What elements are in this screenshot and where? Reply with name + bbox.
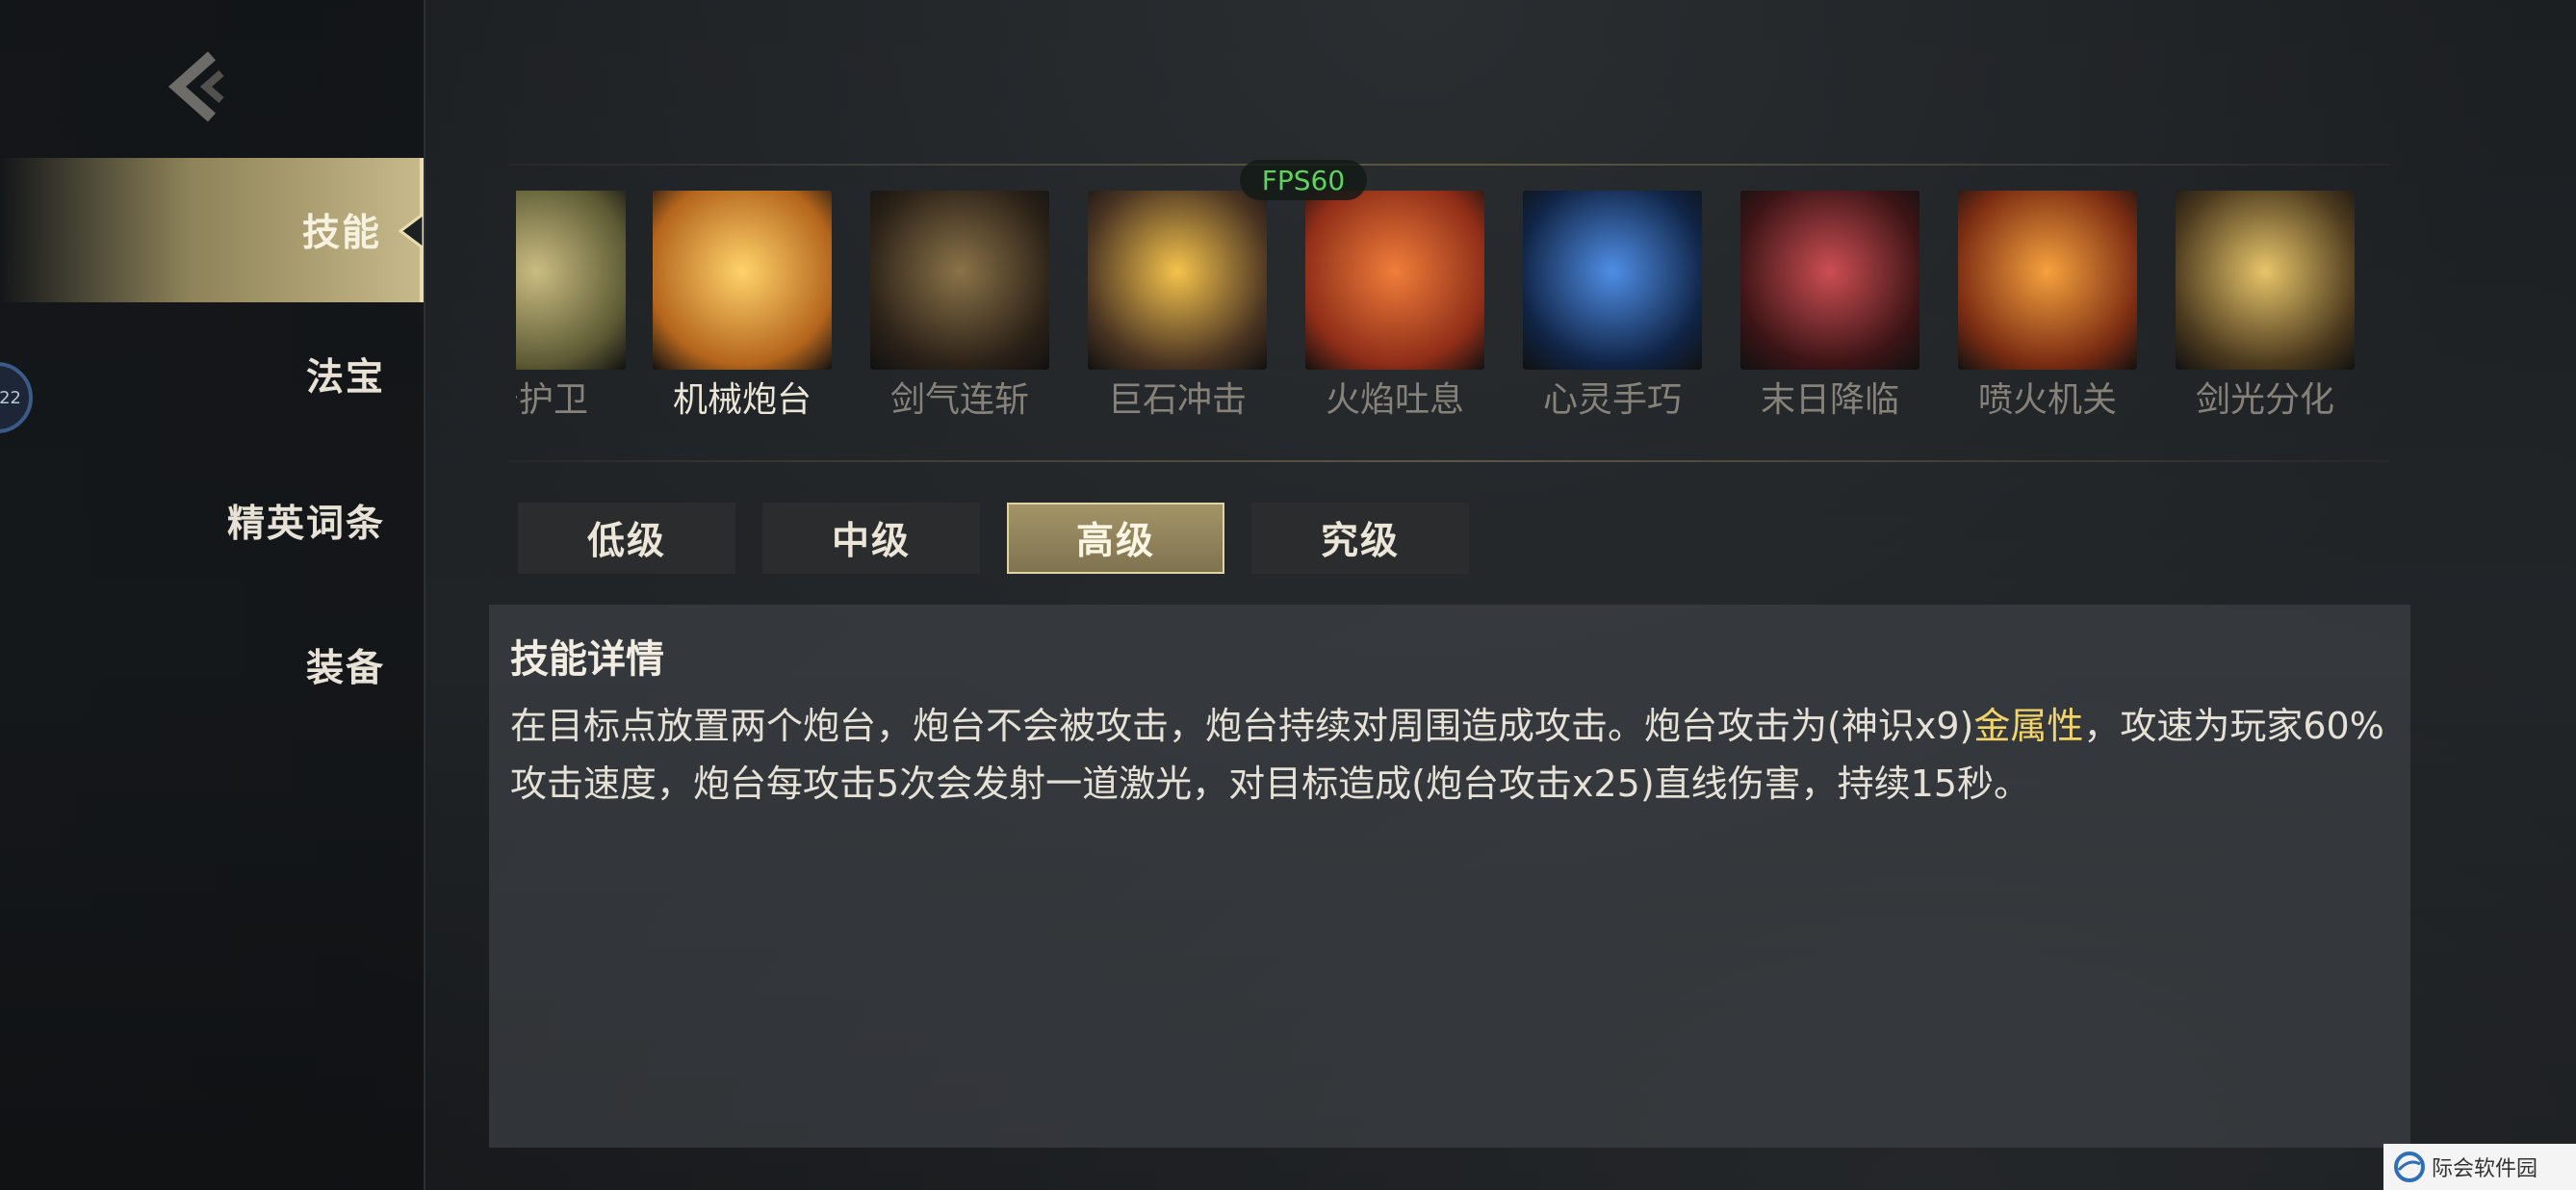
sword-split-icon	[2176, 191, 2355, 370]
mechanical-turret-icon	[653, 191, 832, 370]
boulder-impact-icon	[1088, 191, 1267, 370]
skill-name: 喷火机关	[1977, 380, 2117, 420]
sword-slash-icon	[870, 191, 1049, 370]
skill-guardian-icon	[516, 191, 626, 370]
skill-name: 末日降临	[1760, 380, 1899, 420]
sidebar-item-label: 技能	[301, 212, 381, 255]
skill-name: 机械炮台	[672, 380, 811, 420]
skill-item[interactable]: 末日降临	[1740, 191, 1919, 422]
tab-label: 低级	[586, 520, 666, 563]
watermark-logo-icon	[2394, 1151, 2425, 1182]
skill-name: 火焰吐息	[1325, 380, 1464, 420]
sidebar: 技能 法宝 精英词条 装备	[0, 0, 425, 1190]
tab-ultimate[interactable]: 究级	[1251, 503, 1469, 574]
details-text-part: 在目标点放置两个炮台，炮台不会被攻击，炮台持续对周围造成攻击。炮台攻击为(神识x…	[510, 705, 1974, 747]
skill-name: 心灵手巧	[1542, 380, 1682, 420]
skill-list[interactable]: 守护卫 机械炮台 剑气连斩 巨石冲击 火焰吐息 心灵手巧 末日降临 喷火机关	[516, 191, 2364, 422]
fire-breath-icon	[1305, 191, 1484, 370]
sidebar-item-skills[interactable]: 技能	[0, 158, 424, 302]
details-text: 在目标点放置两个炮台，炮台不会被攻击，炮台持续对周围造成攻击。炮台攻击为(神识x…	[510, 697, 2397, 813]
tab-low[interactable]: 低级	[518, 503, 735, 574]
flame-trap-icon	[1958, 191, 2137, 370]
skill-name: 剑气连斩	[889, 380, 1029, 420]
tab-label: 高级	[1075, 520, 1155, 563]
skill-item[interactable]: 守护卫	[516, 191, 626, 422]
divider-bottom	[508, 460, 2389, 462]
element-attribute-highlight: 金属性	[1973, 705, 2084, 747]
skill-item[interactable]: 剑光分化	[2176, 191, 2355, 422]
tab-mid[interactable]: 中级	[762, 503, 980, 574]
skill-item[interactable]: 巨石冲击	[1088, 191, 1267, 422]
skill-details-panel: 技能详情 在目标点放置两个炮台，炮台不会被攻击，炮台持续对周围造成攻击。炮台攻击…	[489, 605, 2410, 1148]
tab-label: 究级	[1320, 520, 1400, 563]
skill-item[interactable]: 剑气连斩	[870, 191, 1049, 422]
skill-item[interactable]: 心灵手巧	[1523, 191, 1702, 422]
skill-name: 守护卫	[516, 380, 588, 420]
skill-item[interactable]: 喷火机关	[1958, 191, 2137, 422]
watermark-text: 际会软件园	[2432, 1157, 2538, 1181]
tab-high[interactable]: 高级	[1007, 503, 1224, 574]
sidebar-item-label: 装备	[305, 647, 385, 690]
sidebar-item-elite-affix[interactable]: 精英词条	[0, 449, 424, 593]
details-title: 技能详情	[510, 637, 664, 682]
skills-screen: { "nav": { "items": [ {"label": "技能", "a…	[0, 0, 2576, 1190]
skill-item[interactable]: 火焰吐息	[1305, 191, 1484, 422]
active-indicator-icon	[398, 214, 424, 248]
watermark: 际会软件园	[2383, 1144, 2576, 1190]
tab-label: 中级	[831, 520, 911, 563]
sidebar-item-treasure[interactable]: 法宝	[0, 302, 424, 447]
fps-counter: FPS60	[1240, 160, 1367, 200]
divider-top	[508, 164, 2389, 166]
skill-name: 剑光分化	[2195, 380, 2334, 420]
doomsday-icon	[1740, 191, 1919, 370]
sidebar-item-label: 法宝	[305, 356, 385, 400]
sidebar-item-label: 精英词条	[226, 503, 385, 546]
sidebar-item-equipment[interactable]: 装备	[0, 593, 424, 737]
dexterity-icon	[1523, 191, 1702, 370]
avatar-text: 22	[0, 387, 21, 408]
skill-name: 巨石冲击	[1107, 380, 1247, 420]
skill-item-selected[interactable]: 机械炮台	[653, 191, 832, 422]
